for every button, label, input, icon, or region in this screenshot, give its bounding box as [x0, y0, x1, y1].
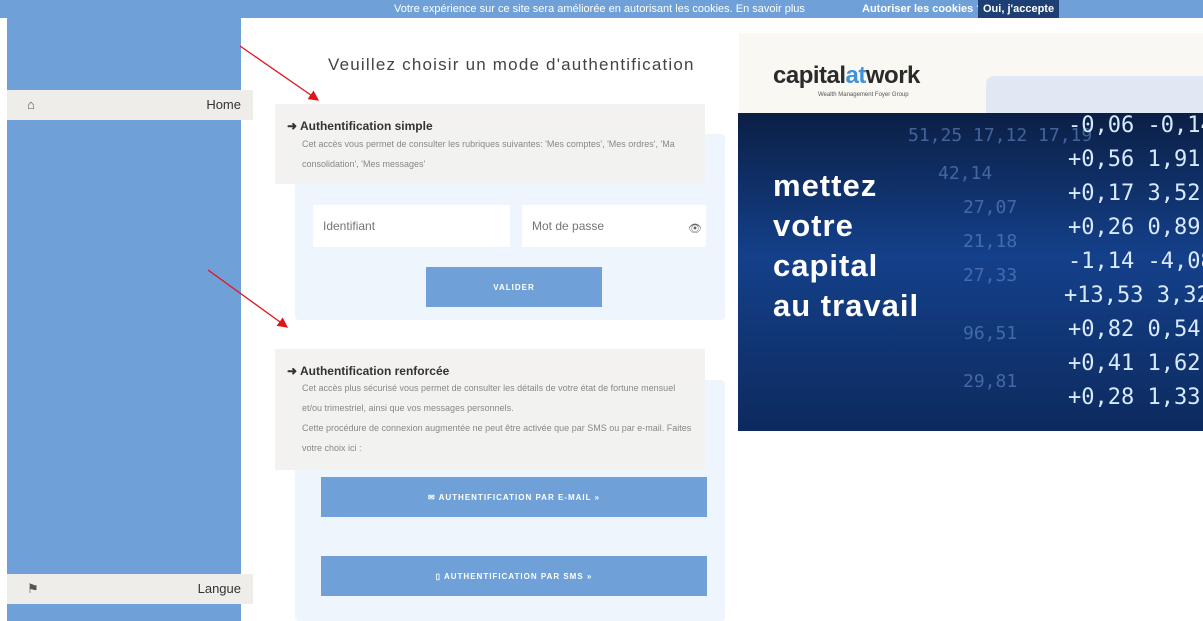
simple-auth-heading: ➜ Authentification simple [287, 119, 433, 133]
simple-auth-description: Cet accès vous permet de consulter les r… [302, 139, 675, 169]
username-input[interactable] [313, 205, 510, 247]
mobile-icon: ▯ [435, 571, 442, 581]
page-title: Veuillez choisir un mode d'authentificat… [328, 55, 695, 74]
ticker-decoration: +0,56 1,91 [1068, 147, 1201, 172]
cookie-bar: Votre expérience sur ce site sera amélio… [0, 0, 1203, 18]
logo-subtitle: Wealth Management Foyer Group [818, 92, 909, 98]
ticker-decoration: +0,26 0,89 [1068, 215, 1201, 240]
password-input[interactable] [522, 205, 706, 247]
promo-banner: 51,25 17,12 17,19 -0,06 -0,14 +0,56 1,91… [738, 113, 1203, 431]
envelope-icon: ✉ [427, 492, 436, 502]
ticker-decoration: +0,82 0,54 [1068, 317, 1201, 342]
cookie-message[interactable]: Votre expérience sur ce site sera amélio… [394, 0, 805, 18]
ticker-decoration: 29,81 [963, 371, 1018, 392]
sign-in-icon: ➜ [287, 364, 298, 378]
ticker-decoration: 27,07 [963, 197, 1018, 218]
ticker-decoration: -0,06 -0,14 [1068, 113, 1203, 138]
sidebar-item-label: Langue [197, 581, 241, 596]
strong-auth-heading: ➜ Authentification renforcée [287, 364, 450, 378]
ticker-decoration: 51,25 17,12 17,19 [908, 125, 1093, 146]
ticker-decoration: 42,14 [938, 163, 993, 184]
sms-auth-button[interactable]: ▯ AUTHENTIFICATION PAR SMS » [321, 556, 707, 596]
email-auth-button[interactable]: ✉ AUTHENTIFICATION PAR E-MAIL » [321, 477, 707, 517]
ticker-decoration: +0,41 1,62 [1068, 351, 1201, 376]
ticker-decoration: 27,33 [963, 265, 1018, 286]
ticker-decoration: +0,28 1,33 [1068, 385, 1201, 410]
home-icon: ⌂ [27, 97, 35, 112]
ticker-decoration: 21,18 [963, 231, 1018, 252]
ticker-decoration: 96,51 [963, 323, 1018, 344]
cookie-accept-button[interactable]: Oui, j'accepte [978, 0, 1060, 18]
sidebar: ⌂ Home ⚑ Langue [7, 18, 253, 621]
banner-slogan: mettez votre capital au travail [773, 168, 920, 323]
show-password-icon[interactable]: 👁 [688, 222, 702, 235]
sidebar-item-language[interactable]: ⚑ Langue [7, 574, 253, 604]
ticker-decoration: +13,53 3,32 [1064, 283, 1203, 308]
logo-background-accent [986, 76, 1203, 116]
sidebar-item-home[interactable]: ⌂ Home [7, 90, 253, 120]
ticker-decoration: -1,14 -4,08 [1068, 249, 1203, 274]
sign-in-icon: ➜ [287, 119, 298, 133]
ticker-decoration: +0,17 3,52 [1068, 181, 1201, 206]
flag-icon: ⚑ [27, 581, 39, 596]
capital-at-work-logo[interactable]: capitalatwork [773, 62, 920, 90]
strong-auth-description: Cet accès plus sécurisé vous permet de c… [302, 383, 692, 453]
validate-button[interactable]: VALIDER [426, 267, 602, 307]
sidebar-item-label: Home [206, 97, 241, 112]
cookie-allow-question: Autoriser les cookies ? [862, 3, 984, 15]
